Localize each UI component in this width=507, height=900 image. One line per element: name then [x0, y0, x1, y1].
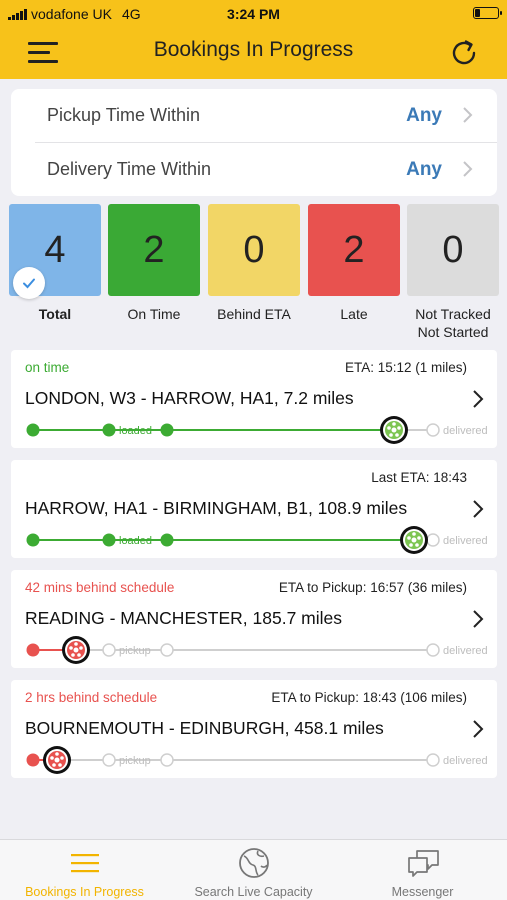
tile-count: 0 [442, 228, 464, 271]
tile-box: 2 [108, 204, 200, 296]
tile-count: 2 [143, 228, 165, 271]
tab-search-live-capacity[interactable]: Search Live Capacity [169, 840, 338, 900]
tile-label: Behind ETA [217, 306, 291, 322]
end-dot [426, 533, 440, 547]
end-dot [426, 423, 440, 437]
globe-icon [238, 848, 269, 878]
mid-label: loaded [119, 425, 152, 437]
mid-label: pickup [119, 755, 151, 767]
tile-box: 0 [407, 204, 499, 296]
tab-messenger[interactable]: Messenger [338, 840, 507, 900]
delivery-time-filter[interactable]: Delivery Time Within Any [11, 143, 497, 196]
progress-track: pickup delivered [26, 746, 488, 774]
filter-label: Delivery Time Within [47, 159, 212, 179]
start-dot [26, 533, 40, 547]
battery-icon [473, 7, 502, 19]
mid-label: loaded [119, 535, 152, 547]
end-label: delivered [443, 645, 488, 657]
list-icon [70, 854, 99, 873]
tile-count: 0 [243, 228, 265, 271]
summary-tiles: 4 Total 2 On Time 0 Behind ETA 2 Late 0 … [0, 204, 507, 344]
tile-label: Total [38, 306, 72, 322]
start-dot [26, 753, 40, 767]
booking-route: BOURNEMOUTH - EDINBURGH, 458.1 miles [25, 718, 384, 738]
waypoint-dot [160, 643, 174, 657]
tile-label: Not Tracked Not Started [415, 306, 491, 340]
booking-eta: Last ETA: 18:43 [371, 470, 467, 485]
end-label: delivered [443, 755, 488, 767]
waypoint-dot [160, 533, 174, 547]
booking-status: 42 mins behind schedule [25, 580, 175, 595]
tile-behind-eta[interactable]: 0 Behind ETA [208, 204, 300, 323]
chevron-right-icon [473, 720, 484, 738]
loaded-dot [102, 423, 116, 437]
booking-eta: ETA to Pickup: 18:43 (106 miles) [271, 690, 467, 705]
tile-count: 2 [343, 228, 365, 271]
booking-card[interactable]: Last ETA: 18:43 HARROW, HA1 - BIRMINGHAM… [11, 460, 497, 558]
tile-total[interactable]: 4 Total [9, 204, 101, 323]
filter-label: Pickup Time Within [47, 105, 201, 125]
progress-track: loaded delivered [26, 526, 488, 554]
chevron-right-icon [473, 500, 484, 518]
status-time: 3:24 PM [227, 6, 280, 22]
chevron-right-icon [463, 107, 473, 123]
tile-box: 0 [208, 204, 300, 296]
tab-label: Messenger [391, 885, 454, 899]
waypoint-dot [160, 423, 174, 437]
tab-label: Search Live Capacity [194, 885, 313, 899]
tab-label: Bookings In Progress [25, 885, 144, 899]
chevron-right-icon [473, 610, 484, 628]
booking-route: HARROW, HA1 - BIRMINGHAM, B1, 108.9 mile… [25, 498, 408, 518]
booking-card[interactable]: on time ETA: 15:12 (1 miles) LONDON, W3 … [11, 350, 497, 448]
end-dot [426, 643, 440, 657]
progress-track: pickup delivered [26, 636, 488, 664]
selected-check-icon [13, 267, 45, 299]
truck-wheel-icon [62, 636, 90, 664]
booking-route: READING - MANCHESTER, 185.7 miles [25, 608, 343, 628]
tile-not-tracked[interactable]: 0 Not Tracked Not Started [407, 204, 499, 341]
truck-wheel-icon [43, 746, 71, 774]
tile-label: On Time [127, 306, 181, 322]
booking-status: on time [25, 360, 70, 375]
booking-card[interactable]: 42 mins behind schedule ETA to Pickup: 1… [11, 570, 497, 668]
tile-count: 4 [44, 228, 66, 271]
start-dot [26, 643, 40, 657]
end-label: delivered [443, 535, 488, 547]
filter-value: Any [406, 159, 442, 180]
mid-label: pickup [119, 645, 151, 657]
refresh-icon[interactable] [447, 36, 481, 70]
booking-eta: ETA to Pickup: 16:57 (36 miles) [278, 580, 467, 595]
pickup-dot [102, 643, 116, 657]
tab-bar: Bookings In Progress Search Live Capacit… [0, 839, 507, 900]
app-header: vodafone UK 4G 3:24 PM Bookings In Progr… [0, 0, 507, 79]
loaded-dot [102, 533, 116, 547]
pickup-dot [102, 753, 116, 767]
filters-panel: Pickup Time Within Any Delivery Time Wit… [11, 89, 497, 196]
booking-card[interactable]: 2 hrs behind schedule ETA to Pickup: 18:… [11, 680, 497, 778]
tile-label: Late [340, 306, 368, 322]
truck-wheel-icon [380, 416, 408, 444]
page-title: Bookings In Progress [153, 38, 354, 61]
tile-box: 2 [308, 204, 400, 296]
end-dot [426, 753, 440, 767]
tab-bookings-in-progress[interactable]: Bookings In Progress [0, 840, 169, 900]
end-label: delivered [443, 425, 488, 437]
booking-route: LONDON, W3 - HARROW, HA1, 7.2 miles [25, 388, 354, 408]
progress-track: loaded delivered [26, 416, 488, 444]
chevron-right-icon [463, 161, 473, 177]
filter-value: Any [406, 105, 442, 126]
start-dot [26, 423, 40, 437]
tile-on-time[interactable]: 2 On Time [108, 204, 200, 323]
waypoint-dot [160, 753, 174, 767]
chat-bubbles-icon [407, 850, 439, 877]
booking-eta: ETA: 15:12 (1 miles) [344, 360, 467, 375]
tile-late[interactable]: 2 Late [308, 204, 400, 323]
pickup-time-filter[interactable]: Pickup Time Within Any [11, 89, 497, 142]
chevron-right-icon [473, 390, 484, 408]
truck-wheel-icon [400, 526, 428, 554]
booking-status: 2 hrs behind schedule [25, 690, 158, 705]
status-bar: vodafone UK 4G 3:24 PM [0, 0, 507, 28]
